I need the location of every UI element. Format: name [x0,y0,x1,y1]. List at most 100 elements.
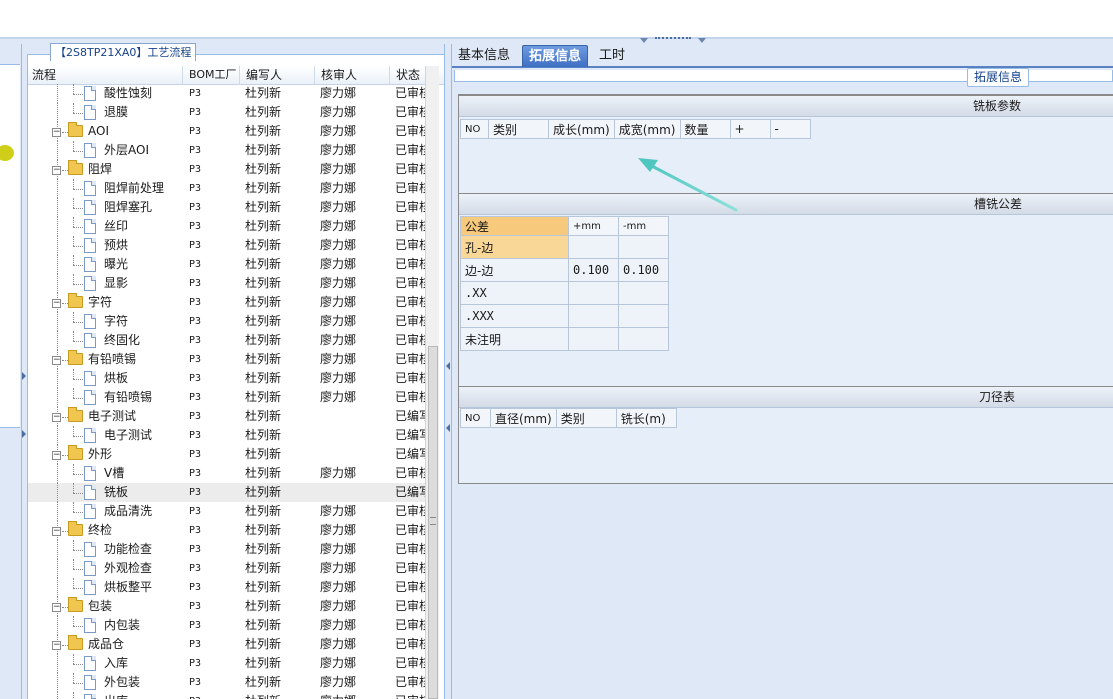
tree-node[interactable]: 阻焊前处理 [28,179,183,198]
tree-row[interactable]: 烘板 P3 杜列新 廖力娜 已审核 [28,369,428,388]
column-header-bom[interactable]: BOM工厂 [185,66,240,85]
tree-node[interactable]: V槽 [28,464,183,483]
tolerance-plus-cell[interactable] [568,281,619,305]
tree-node[interactable]: 终固化 [28,331,183,350]
tree-node[interactable]: 内包装 [28,616,183,635]
tree-node[interactable]: 曝光 [28,255,183,274]
column-header-no[interactable]: NO [460,408,491,428]
splitter-grip-icon[interactable] [655,37,691,41]
column-header-plus-mm[interactable]: +mm [568,216,619,236]
collapse-node-icon[interactable]: − [52,451,61,460]
tree-node[interactable]: − AOI [28,122,183,141]
tree-node[interactable]: 铣板 [28,483,183,502]
tree-row[interactable]: 外包装 P3 杜列新 廖力娜 已审核 [28,673,428,692]
collapse-arrow-icon[interactable] [446,362,450,370]
tree-node[interactable]: − 终检 [28,521,183,540]
middle-splitter[interactable] [444,44,452,699]
tree-row[interactable]: 字符 P3 杜列新 廖力娜 已审核 [28,312,428,331]
tolerance-plus-cell[interactable]: 0.100 [568,258,619,282]
column-header-flow[interactable]: 流程 [28,66,183,85]
tree-node[interactable]: 酸性蚀刻 [28,84,183,103]
tree-node[interactable]: 烘板 [28,369,183,388]
tab-extended-info[interactable]: 拓展信息 [522,45,589,67]
tree-row[interactable]: 阻焊前处理 P3 杜列新 廖力娜 已审核 [28,179,428,198]
tolerance-plus-cell[interactable] [568,327,619,351]
scrollbar-thumb[interactable] [428,346,438,699]
remove-row-button[interactable]: - [769,119,811,139]
tree-node[interactable]: 字符 [28,312,183,331]
collapse-node-icon[interactable]: − [52,413,61,422]
tolerance-minus-cell[interactable]: 0.100 [618,258,669,282]
tolerance-plus-cell[interactable] [568,304,619,328]
tab-basic-info[interactable]: 基本信息 [452,45,516,67]
collapse-node-icon[interactable]: − [52,299,61,308]
tree-row[interactable]: 内包装 P3 杜列新 廖力娜 已审核 [28,616,428,635]
tree-node[interactable]: − 电子测试 [28,407,183,426]
tolerance-plus-cell[interactable] [568,235,619,259]
column-header-category[interactable]: 类别 [488,119,549,139]
tab-work-hours[interactable]: 工时 [593,45,631,67]
tree-node[interactable]: − 有铅喷锡 [28,350,183,369]
column-header-category[interactable]: 类别 [555,408,617,428]
tree-node[interactable]: 有铅喷锡 [28,388,183,407]
column-header-reviewer[interactable]: 核审人 [317,66,390,85]
column-header-diameter[interactable]: 直径(mm) [490,408,557,428]
column-header-width[interactable]: 成宽(mm) [613,119,681,139]
tree-node[interactable]: 功能检查 [28,540,183,559]
tree-node[interactable]: − 字符 [28,293,183,312]
tree-row[interactable]: 入库 P3 杜列新 廖力娜 已审核 [28,654,428,673]
collapse-node-icon[interactable]: − [52,527,61,536]
tree-node[interactable]: 退膜 [28,103,183,122]
tree-row[interactable]: 终固化 P3 杜列新 廖力娜 已审核 [28,331,428,350]
tree-node[interactable]: 电子测试 [28,426,183,445]
tolerance-minus-cell[interactable] [618,327,669,351]
tree-node[interactable]: 入库 [28,654,183,673]
tree-node[interactable]: − 外形 [28,445,183,464]
tree-row[interactable]: 功能检查 P3 杜列新 廖力娜 已审核 [28,540,428,559]
tree-row[interactable]: − 阻焊 P3 杜列新 廖力娜 已审核 [28,160,428,179]
collapse-node-icon[interactable]: − [52,166,61,175]
tree-row[interactable]: − 字符 P3 杜列新 廖力娜 已审核 [28,293,428,312]
tree-node[interactable]: 阻焊塞孔 [28,198,183,217]
column-header-length[interactable]: 成长(mm) [548,119,615,139]
process-scrollbar[interactable] [425,66,439,699]
collapse-node-icon[interactable]: − [52,641,61,650]
tree-row[interactable]: − 包装 P3 杜列新 廖力娜 已审核 [28,597,428,616]
tree-row[interactable]: 预烘 P3 杜列新 廖力娜 已审核 [28,236,428,255]
collapse-arrow-icon[interactable] [698,38,706,43]
tree-node[interactable]: − 成品仓 [28,635,183,654]
tree-row[interactable]: 阻焊塞孔 P3 杜列新 廖力娜 已审核 [28,198,428,217]
column-header-author[interactable]: 编写人 [242,66,315,85]
tree-node[interactable]: 显影 [28,274,183,293]
tree-row[interactable]: − 终检 P3 杜列新 廖力娜 已审核 [28,521,428,540]
tree-node[interactable]: 外层AOI [28,141,183,160]
tree-row[interactable]: 烘板整平 P3 杜列新 廖力娜 已审核 [28,578,428,597]
tree-row[interactable]: 有铅喷锡 P3 杜列新 廖力娜 已审核 [28,388,428,407]
tolerance-minus-cell[interactable] [618,235,669,259]
tree-node[interactable]: 出库 [28,692,183,699]
tree-row[interactable]: − 成品仓 P3 杜列新 廖力娜 已审核 [28,635,428,654]
collapse-node-icon[interactable]: − [52,356,61,365]
tree-row[interactable]: − 电子测试 P3 杜列新 已编写 [28,407,428,426]
tree-row[interactable]: 丝印 P3 杜列新 廖力娜 已审核 [28,217,428,236]
tree-row[interactable]: 退膜 P3 杜列新 廖力娜 已审核 [28,103,428,122]
tree-node[interactable]: 成品清洗 [28,502,183,521]
column-header-tolerance[interactable]: 公差 [460,216,569,236]
collapse-node-icon[interactable]: − [52,603,61,612]
expand-arrow-icon[interactable] [22,430,26,438]
tree-node[interactable]: 烘板整平 [28,578,183,597]
tree-row[interactable]: 电子测试 P3 杜列新 已编写 [28,426,428,445]
tree-row[interactable]: 外层AOI P3 杜列新 廖力娜 已审核 [28,141,428,160]
tree-row[interactable]: 铣板 P3 杜列新 已编写 [28,483,428,502]
tree-node[interactable]: 预烘 [28,236,183,255]
tree-node[interactable]: 丝印 [28,217,183,236]
tree-row[interactable]: 曝光 P3 杜列新 廖力娜 已审核 [28,255,428,274]
tree-row[interactable]: V槽 P3 杜列新 廖力娜 已审核 [28,464,428,483]
tolerance-minus-cell[interactable] [618,281,669,305]
tree-row[interactable]: − AOI P3 杜列新 廖力娜 已审核 [28,122,428,141]
expand-arrow-icon[interactable] [22,372,26,380]
tree-node[interactable]: − 包装 [28,597,183,616]
tree-row[interactable]: 显影 P3 杜列新 廖力娜 已审核 [28,274,428,293]
subtab-extended-info[interactable]: 拓展信息 [967,68,1030,87]
add-row-button[interactable]: + [729,119,771,139]
